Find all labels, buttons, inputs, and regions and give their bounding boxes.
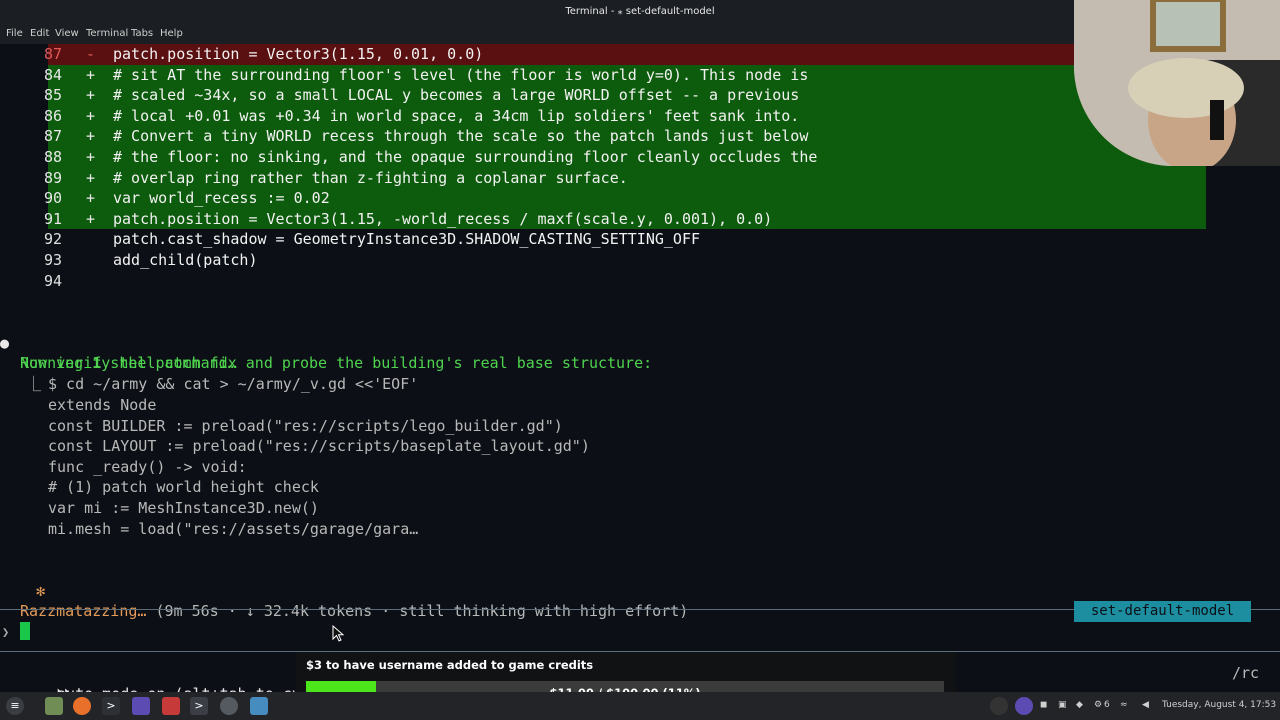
taskbar: ≡ > > ◼ ▣ ◆ ⚙ 6 ≈ ◀ Tuesday, August 4, 1… bbox=[0, 692, 1280, 720]
menu-edit[interactable]: Edit bbox=[30, 28, 49, 39]
diff-sign: + bbox=[86, 209, 96, 228]
app-menu-icon[interactable]: ≡ bbox=[6, 697, 24, 715]
text-editor-icon[interactable] bbox=[162, 697, 180, 715]
diff-sign: + bbox=[86, 86, 96, 105]
clock[interactable]: Tuesday, August 4, 17:53 bbox=[1162, 700, 1276, 710]
notes-tray-icon[interactable]: ▣ bbox=[1058, 700, 1067, 710]
code-text: var world_recess := 0.02 bbox=[113, 189, 330, 208]
mouse-pointer-icon bbox=[332, 625, 345, 642]
assistant-message: ● Now verify the patch fix and probe the… bbox=[0, 312, 652, 373]
terminal-active-icon[interactable]: > bbox=[190, 697, 208, 715]
script-line: const BUILDER := preload("res://scripts/… bbox=[48, 416, 563, 435]
diff-line-add: 85 + # scaled ~34x, so a small LOCAL y bec… bbox=[44, 85, 1206, 106]
obsidian-icon[interactable] bbox=[132, 697, 150, 715]
firefox-icon[interactable] bbox=[73, 697, 91, 715]
diff-line-add: 88 + # the floor: no sinking, and the opaq… bbox=[44, 147, 1206, 168]
script-line: # (1) patch world height check bbox=[48, 478, 319, 497]
clipboard-tray-icon[interactable]: ◼ bbox=[1040, 700, 1047, 710]
status-line: ✻ Razzmatazzing… (9m 56s · ↓ 32.4k token… bbox=[0, 560, 688, 621]
status-word: Razzmatazzing… (9m 56s · ↓ 32.4k tokens … bbox=[20, 602, 689, 621]
file-manager-icon[interactable] bbox=[45, 697, 63, 715]
line-number: 90 bbox=[43, 189, 62, 208]
diff-line-add: 90 + var world_recess := 0.02 bbox=[44, 188, 1206, 209]
shield-tray-icon[interactable]: ◆ bbox=[1076, 700, 1083, 710]
menu-view[interactable]: View bbox=[55, 28, 79, 39]
text-cursor[interactable] bbox=[20, 622, 30, 640]
menu-help[interactable]: Help bbox=[160, 28, 183, 39]
code-text: patch.position = Vector3(1.15, 0.01, 0.0… bbox=[113, 45, 484, 63]
line-number: 92 bbox=[43, 230, 62, 249]
wifi-icon[interactable]: ≈ bbox=[1120, 700, 1128, 710]
branch-tag: set-default-model bbox=[1074, 601, 1251, 622]
diff-line-plain: 92 patch.cast_shadow = GeometryInstance3D… bbox=[44, 229, 1206, 250]
running-suffix: shell command… bbox=[101, 354, 237, 372]
diff-sign: + bbox=[86, 189, 96, 208]
code-text: # scaled ~34x, so a small LOCAL y become… bbox=[113, 86, 800, 105]
code-text: # sit AT the surrounding floor's level (… bbox=[113, 65, 809, 84]
terminal-icon[interactable]: > bbox=[102, 697, 120, 715]
running-count: 1 bbox=[92, 354, 102, 372]
diff-sign: + bbox=[86, 106, 96, 125]
command-text: $ cd ~/army && cat > ~/army/_v.gd <<'EOF… bbox=[48, 375, 419, 393]
diff-sign: + bbox=[86, 168, 96, 187]
line-number: 87 bbox=[43, 127, 62, 146]
mode-footer: ⏵⏵ auto mode on (alt+tab to cy bbox=[20, 663, 301, 703]
running-line: Running 1 shell command… bbox=[20, 353, 237, 374]
prompt-symbol: ❯ bbox=[2, 625, 10, 639]
script-line: const LAYOUT := preload("res://scripts/b… bbox=[48, 437, 590, 456]
line-number: 84 bbox=[43, 65, 62, 84]
diff-line-add: 91 + patch.position = Vector3(1.15, -world… bbox=[44, 208, 1206, 230]
tree-glyph: ⎿ bbox=[26, 375, 42, 393]
spinner-star-icon: ✻ bbox=[36, 581, 46, 600]
line-number: 93 bbox=[43, 251, 62, 269]
script-line: func _ready() -> void: bbox=[48, 457, 247, 476]
obs-tray-icon[interactable] bbox=[990, 697, 1008, 715]
diff-line-del: 87 - patch.position = Vector3(1.15, 0.01, … bbox=[44, 44, 1206, 65]
diff-sign: + bbox=[86, 65, 96, 84]
line-number: 94 bbox=[43, 271, 62, 290]
donation-label: $3 to have username added to game credit… bbox=[306, 658, 594, 672]
volume-icon[interactable]: ◀ bbox=[1142, 700, 1149, 710]
code-text: add_child(patch) bbox=[113, 251, 258, 269]
godot-icon[interactable] bbox=[250, 697, 268, 715]
message-bullet: ● bbox=[0, 333, 10, 352]
diff-line-add: 87 + # Convert a tiny WORLD recess through… bbox=[44, 126, 1206, 147]
diff-sign: - bbox=[86, 45, 96, 63]
line-number: 88 bbox=[43, 148, 62, 166]
status-detail: (9m 56s · ↓ 32.4k tokens · still thinkin… bbox=[146, 602, 689, 621]
code-text: # Convert a tiny WORLD recess through th… bbox=[113, 127, 809, 146]
line-number: 87 bbox=[43, 45, 62, 63]
line-number: 91 bbox=[43, 209, 62, 228]
script-line: var mi := MeshInstance3D.new() bbox=[48, 499, 319, 517]
script-line: mi.mesh = load("res://assets/garage/gara… bbox=[48, 519, 419, 538]
code-text: # the floor: no sinking, and the opaque … bbox=[113, 148, 818, 166]
code-text: # local +0.01 was +0.34 in world space, … bbox=[113, 106, 800, 125]
line-number: 85 bbox=[43, 86, 62, 105]
diff-line-add: 84 + # sit AT the surrounding floor's leve… bbox=[44, 64, 1206, 86]
command-line: ⎿ $ cd ~/army && cat > ~/army/_v.gd <<'EO… bbox=[26, 374, 418, 395]
diff-line-plain: 94 bbox=[44, 271, 1206, 292]
footer-right: /rc bbox=[1232, 664, 1260, 682]
menu-file[interactable]: File bbox=[6, 28, 23, 39]
diff-line-add: 89 + # overlap ring rather than z-fighting… bbox=[44, 167, 1206, 189]
obs-icon[interactable] bbox=[220, 697, 238, 715]
running-prefix: Running bbox=[20, 354, 93, 372]
diff-line-add: 86 + # local +0.01 was +0.34 in world spac… bbox=[44, 105, 1206, 127]
menu-terminal[interactable]: Terminal bbox=[86, 28, 128, 39]
tray-badge: 6 bbox=[1104, 700, 1110, 710]
script-line: extends Node bbox=[48, 396, 157, 414]
line-number: 86 bbox=[43, 106, 62, 125]
menu-tabs[interactable]: Tabs bbox=[131, 28, 153, 39]
diff-sign: + bbox=[86, 127, 96, 146]
terminal-output[interactable]: 87 - patch.position = Vector3(1.15, 0.01, … bbox=[0, 44, 1280, 703]
line-number: 89 bbox=[43, 168, 62, 187]
settings-tray-icon[interactable]: ⚙ bbox=[1094, 700, 1102, 710]
discord-tray-icon[interactable] bbox=[1015, 697, 1033, 715]
code-text: # overlap ring rather than z-fighting a … bbox=[113, 168, 628, 187]
diff-sign: + bbox=[86, 148, 96, 166]
code-text: patch.position = Vector3(1.15, -world_re… bbox=[113, 209, 773, 228]
diff-line-plain: 93 add_child(patch) bbox=[44, 250, 1206, 271]
code-text: patch.cast_shadow = GeometryInstance3D.S… bbox=[113, 230, 700, 249]
